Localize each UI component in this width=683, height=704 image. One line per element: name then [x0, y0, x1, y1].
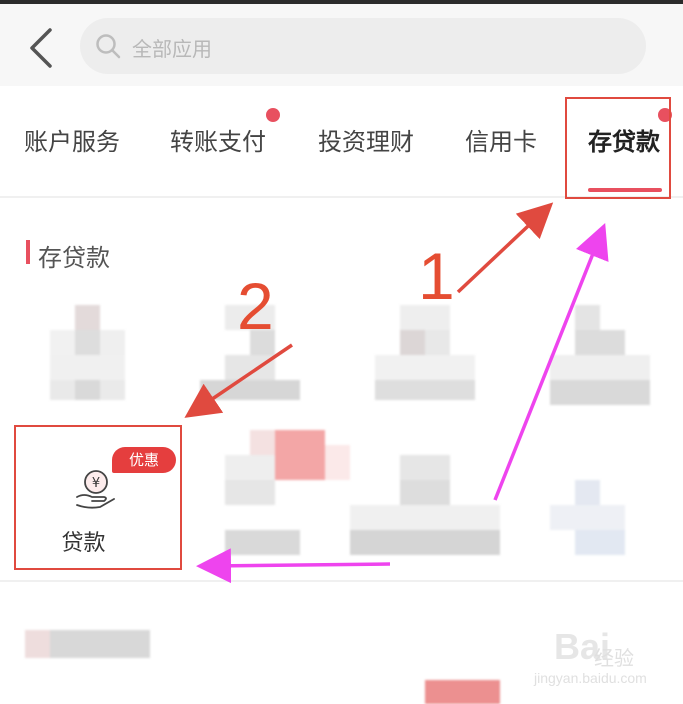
annotation-step-1: 1 [418, 239, 455, 313]
tab-account-services[interactable]: 账户服务 [24, 122, 120, 157]
header-bar: 全部应用 [0, 4, 683, 86]
section-marker [26, 240, 30, 264]
annotation-highlight-box [565, 97, 671, 199]
divider [0, 580, 683, 582]
svg-text:¥: ¥ [92, 476, 100, 491]
magenta-arrow-left [196, 548, 391, 584]
search-placeholder: 全部应用 [132, 37, 212, 61]
promo-badge: 优惠 [112, 447, 176, 473]
loan-service-item[interactable]: ¥ 优惠 贷款 [14, 425, 182, 570]
back-button[interactable] [24, 24, 62, 72]
loan-label: 贷款 [61, 531, 106, 556]
red-arrow-1 [456, 202, 554, 294]
tab-investment[interactable]: 投资理财 [318, 122, 414, 157]
blurred-service-item[interactable] [375, 305, 475, 400]
search-icon [96, 34, 121, 59]
chevron-left-icon [30, 28, 52, 68]
search-input[interactable]: 全部应用 [80, 18, 646, 74]
blurred-service-item[interactable] [425, 680, 500, 704]
watermark-url: jingyan.baidu.com [534, 670, 647, 686]
tab-transfer-payment[interactable]: 转账支付 [170, 122, 266, 157]
watermark-text: 经验 [594, 646, 634, 670]
blurred-service-item[interactable] [350, 455, 500, 555]
tab-credit-card[interactable]: 信用卡 [465, 122, 537, 157]
blurred-service-item[interactable] [550, 455, 625, 555]
section-title: 存贷款 [38, 244, 110, 272]
loan-hand-coin-icon: ¥ [76, 470, 115, 509]
watermark: Bai 经验 jingyan.baidu.com [520, 626, 670, 696]
notification-dot [266, 108, 280, 122]
blurred-service-item[interactable] [225, 430, 350, 555]
blurred-service-item[interactable] [550, 305, 650, 405]
annotation-step-2: 2 [237, 269, 274, 343]
blurred-service-item[interactable] [50, 305, 125, 400]
blurred-service-item[interactable] [25, 630, 150, 658]
